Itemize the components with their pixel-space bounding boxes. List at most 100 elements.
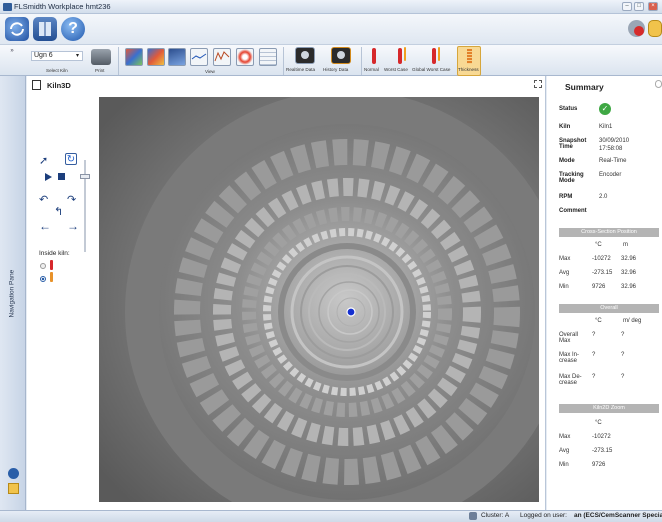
- title-bar: FLSmidth Workplace hmt236 – □ ×: [0, 0, 662, 14]
- overall-row-c: ?: [592, 332, 596, 338]
- cross-section-row-label: Avg: [559, 270, 570, 276]
- kiln-select-dropdown[interactable]: Ugn 6 ▾: [31, 51, 83, 61]
- rotate-left-icon[interactable]: ↶: [39, 193, 48, 206]
- view-profile-icon[interactable]: [190, 48, 208, 66]
- snapshot-time: 17:58:08: [599, 146, 623, 152]
- minimize-button[interactable]: –: [622, 2, 632, 11]
- play-icon[interactable]: [45, 173, 52, 181]
- view-2d-icon[interactable]: [125, 48, 143, 66]
- select-kiln-label: Select Kiln: [46, 68, 68, 73]
- view-report-icon[interactable]: [259, 48, 277, 66]
- overall-row-m: ?: [621, 332, 625, 338]
- cross-section-row-label: Max: [559, 256, 571, 262]
- pan-up-right-icon[interactable]: ➚: [39, 154, 48, 167]
- snapshot-time-label: Snapshot Time: [559, 138, 587, 150]
- rpm-label: RPM: [559, 194, 573, 200]
- help-icon[interactable]: ?: [61, 17, 85, 41]
- print-label: Print: [95, 68, 105, 73]
- realtime-data-icon[interactable]: [295, 47, 315, 64]
- global-worst-case-thermometer-icon[interactable]: [432, 48, 436, 64]
- app-logo-icon: [3, 3, 12, 11]
- cross-section-col-c: °C: [595, 242, 602, 248]
- refresh-icon[interactable]: [5, 17, 29, 41]
- reset-rotation-icon[interactable]: ↻: [65, 153, 77, 165]
- ribbon-separator: [283, 47, 284, 75]
- history-data-label[interactable]: History Data: [323, 67, 348, 72]
- ribbon-separator: [361, 47, 362, 75]
- zoom-slider-handle[interactable]: [80, 174, 90, 179]
- move-left-icon[interactable]: ←: [39, 219, 51, 233]
- tracking-mode-value: Encoder: [599, 172, 622, 178]
- summary-scroll-arrow[interactable]: [655, 80, 662, 88]
- global-worst-case-label[interactable]: Global Worst Case: [412, 67, 450, 72]
- kiln-select-value: Ugn 6: [34, 52, 53, 59]
- red-thermometer-icon: [50, 260, 53, 270]
- cross-section-row-m: 32.96: [621, 256, 637, 262]
- cross-section-row-c: -10272: [592, 256, 611, 262]
- cross-section-row-c: 9726: [592, 284, 606, 290]
- kiln-label: Kiln: [559, 124, 571, 130]
- overall-row-c: ?: [592, 374, 596, 380]
- cross-section-row-label: Min: [559, 284, 569, 290]
- thickness-label[interactable]: Thickness: [458, 67, 479, 72]
- nav-refresh-icon[interactable]: [8, 468, 19, 479]
- rpm-value: 2.0: [599, 194, 608, 200]
- kiln-3d-view[interactable]: [99, 97, 539, 502]
- stop-icon[interactable]: [58, 173, 65, 180]
- logged-on-user: an (ECS/CemScanner Specialist): [574, 512, 662, 519]
- book-icon[interactable]: [33, 17, 57, 41]
- mode-label: Mode: [559, 158, 575, 164]
- thickness-small-icon: [50, 272, 53, 282]
- view-trend-icon[interactable]: [213, 48, 231, 66]
- navigation-pane-label: Navigation Pane: [8, 269, 16, 318]
- worst-case-thermometer-icon[interactable]: [398, 48, 402, 64]
- fullscreen-icon[interactable]: [534, 80, 542, 88]
- zoom-row-c: 9726: [592, 462, 606, 468]
- cluster-label: Cluster: A: [481, 512, 510, 519]
- turn-back-icon[interactable]: ↰: [54, 205, 63, 218]
- alarm-settings-icon[interactable]: [628, 20, 645, 37]
- mode-value: Real-Time: [599, 158, 627, 164]
- overall-row-label: Max De- crease: [559, 374, 582, 386]
- inside-kiln-radio-thickness[interactable]: [40, 276, 46, 282]
- move-right-icon[interactable]: →: [67, 219, 79, 233]
- inside-kiln-radio-normal[interactable]: [40, 263, 46, 269]
- summary-title: Summary: [565, 82, 604, 92]
- ribbon-toolbar: » Ugn 6 ▾ Select Kiln Print View Realtim…: [0, 44, 662, 76]
- printer-icon[interactable]: [91, 49, 111, 65]
- cluster-icon: [469, 512, 477, 520]
- history-data-icon[interactable]: [331, 47, 351, 64]
- nav-user-icon[interactable]: [8, 483, 19, 494]
- cross-section-col-m: m: [623, 242, 628, 248]
- close-button[interactable]: ×: [648, 2, 658, 11]
- overall-row-label: Overall Max: [559, 332, 579, 344]
- collapse-ribbon-button[interactable]: »: [4, 48, 20, 74]
- maximize-button[interactable]: □: [634, 2, 644, 11]
- summary-panel: Summary Status ✓ Kiln Kiln1 Snapshot Tim…: [547, 76, 662, 510]
- normal-label[interactable]: Normal: [364, 67, 379, 72]
- navigation-pane[interactable]: Navigation Pane: [0, 76, 26, 510]
- cross-section-row-m: 32.96: [621, 270, 637, 276]
- normal-thermometer-icon[interactable]: [372, 48, 376, 64]
- rotate-right-icon[interactable]: ↷: [67, 193, 76, 206]
- view-group-label: View: [205, 69, 215, 74]
- view-hotspot-icon[interactable]: [236, 48, 254, 66]
- ribbon-separator: [118, 47, 119, 75]
- worst-case-label[interactable]: Worst Case: [384, 67, 408, 72]
- realtime-data-label[interactable]: Realtime Data: [286, 67, 315, 72]
- overall-col-m: m/ deg: [623, 318, 642, 324]
- overall-header: Overall: [559, 304, 659, 313]
- user-icon[interactable]: [648, 20, 662, 37]
- zoom-header: Kiln2D Zoom: [559, 404, 659, 413]
- view-kiln-map-icon[interactable]: [147, 48, 165, 66]
- chevron-down-icon: ▾: [75, 53, 79, 59]
- overall-row-c: ?: [592, 352, 596, 358]
- view-3d-icon[interactable]: [168, 48, 186, 66]
- inside-kiln-label: Inside kiln:: [39, 250, 70, 257]
- comment-label: Comment: [559, 208, 587, 214]
- status-label: Status: [559, 106, 578, 112]
- cross-section-row-m: 32.96: [621, 284, 637, 290]
- camera-position-marker: [346, 307, 356, 317]
- logged-on-label: Logged on user:: [520, 512, 567, 519]
- cross-section-header: Cross-Section Position: [559, 228, 659, 237]
